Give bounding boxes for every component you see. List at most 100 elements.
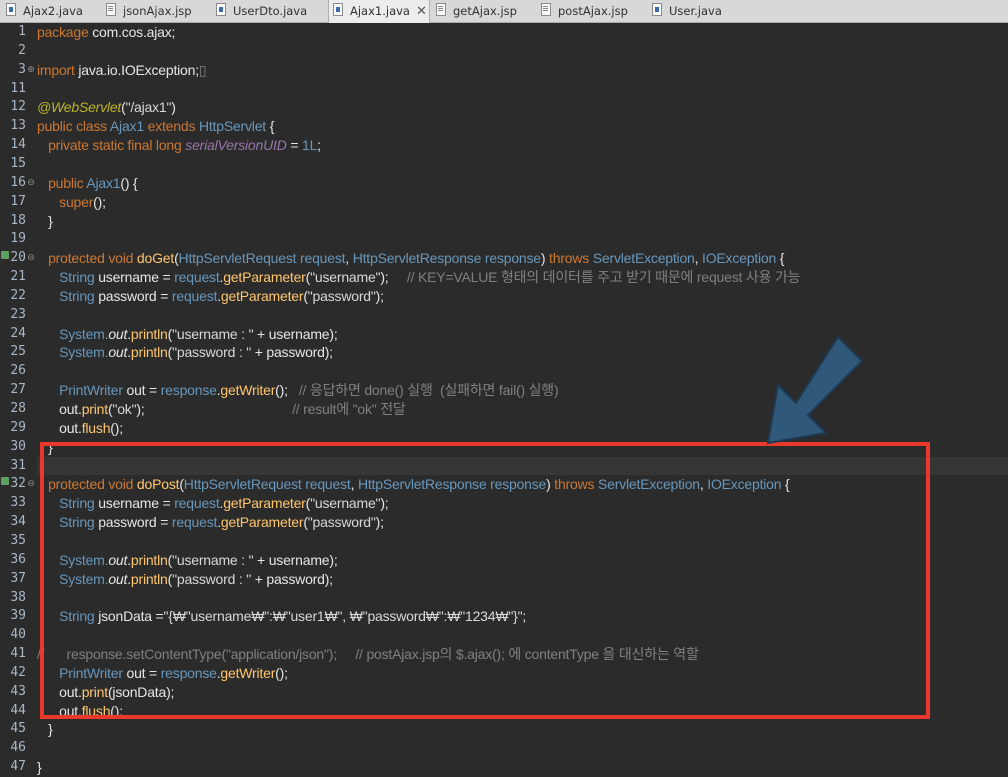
- tab-user-java[interactable]: User.java: [652, 0, 722, 23]
- code-token: request: [300, 250, 346, 267]
- code-token: System.: [59, 344, 109, 361]
- code-token: );: [136, 401, 293, 417]
- jsp-file-icon: [541, 3, 551, 16]
- code-line[interactable]: }: [37, 720, 53, 739]
- code-token: request: [171, 287, 218, 304]
- code-line[interactable]: System.out.println("password : " + passw…: [37, 343, 333, 362]
- code-token: =: [286, 137, 302, 154]
- code-token: ();: [275, 382, 299, 399]
- tab-getajax-jsp[interactable]: getAjax.jsp: [436, 0, 517, 23]
- code-token: out =: [126, 382, 161, 399]
- code-token: username =: [98, 269, 175, 286]
- fold-collapse-icon[interactable]: ⊖: [26, 475, 36, 494]
- annotation-highlight-box: [40, 442, 930, 719]
- line-number: 38: [10, 589, 26, 605]
- code-token: public class: [37, 118, 110, 135]
- code-token: super: [59, 193, 94, 210]
- line-number: 25: [10, 344, 26, 360]
- code-token: ();: [110, 419, 123, 436]
- code-token: }: [37, 212, 53, 229]
- code-token: ();: [93, 193, 106, 210]
- code-token: out.: [37, 401, 82, 417]
- code-token: com.cos.ajax;: [92, 24, 176, 40]
- code-line[interactable]: System.out.println("username : " + usern…: [37, 325, 338, 344]
- code-token: private static final long: [48, 137, 186, 154]
- tab-userdto-java[interactable]: UserDto.java: [216, 0, 307, 23]
- line-number: 45: [10, 721, 26, 737]
- line-number: 29: [10, 419, 26, 435]
- code-token: java.io.IOException;: [78, 61, 199, 78]
- tab-label: Ajax2.java: [23, 4, 83, 18]
- tab-ajax2-java[interactable]: Ajax2.java: [6, 0, 83, 23]
- code-token: Ajax1: [86, 174, 121, 191]
- tab-postajax-jsp[interactable]: postAjax.jsp: [541, 0, 628, 23]
- code-line[interactable]: @WebServlet("/ajax1"): [37, 98, 176, 117]
- code-token: protected void: [48, 250, 137, 267]
- line-number: 35: [10, 532, 26, 548]
- line-number: 17: [10, 193, 26, 209]
- java-file-icon: [216, 3, 226, 16]
- code-token: import: [37, 61, 79, 78]
- code-token: "/ajax1": [125, 99, 172, 116]
- code-token: 1L: [301, 137, 318, 154]
- code-line[interactable]: public class Ajax1 extends HttpServlet {: [37, 117, 274, 136]
- line-number: 42: [10, 664, 26, 680]
- code-line[interactable]: }: [37, 212, 53, 231]
- code-token: "username : ": [172, 325, 254, 342]
- tab-ajax1-java[interactable]: Ajax1.java ✕: [328, 0, 430, 23]
- override-marker-icon: [1, 477, 9, 486]
- code-line[interactable]: super();: [37, 193, 106, 212]
- code-token: // result에 "ok" 전달: [292, 401, 406, 417]
- code-token: package: [37, 24, 93, 40]
- code-line[interactable]: String password = request.getParameter("…: [37, 287, 384, 306]
- tab-label: jsonAjax.jsp: [123, 4, 192, 18]
- override-marker-icon: [1, 251, 9, 260]
- code-token: String: [59, 269, 99, 286]
- code-token: doGet: [136, 250, 175, 267]
- java-file-icon: [652, 3, 662, 16]
- tab-label: getAjax.jsp: [453, 4, 517, 18]
- code-token: getParameter: [220, 287, 304, 304]
- code-token: ,: [694, 250, 703, 267]
- line-number: 3: [18, 61, 26, 77]
- line-number: 39: [10, 608, 26, 624]
- code-line[interactable]: private static final long serialVersionU…: [37, 136, 321, 155]
- code-line[interactable]: out.flush();: [37, 419, 123, 438]
- line-number: 15: [10, 155, 26, 171]
- code-line[interactable]: import java.io.IOException;▯: [37, 61, 207, 80]
- code-token: getWriter: [220, 382, 276, 399]
- code-token: @WebServlet: [37, 99, 122, 116]
- line-number: 37: [10, 570, 26, 586]
- code-token: getParameter: [223, 269, 306, 286]
- fold-expand-icon[interactable]: ⊕: [26, 61, 36, 80]
- code-token: request: [174, 269, 220, 286]
- code-line[interactable]: protected void doGet(HttpServletRequest …: [37, 249, 784, 268]
- annotation-arrow: [766, 335, 864, 445]
- code-line[interactable]: public Ajax1() {: [37, 174, 138, 193]
- line-number: 19: [10, 231, 26, 247]
- fold-collapse-icon[interactable]: ⊖: [26, 249, 36, 268]
- code-token: ;: [317, 137, 321, 154]
- code-token: out: [108, 344, 128, 361]
- jsp-file-icon: [436, 3, 446, 16]
- tab-label: UserDto.java: [233, 4, 308, 18]
- jsp-file-icon: [106, 3, 116, 16]
- code-token: // KEY=VALUE 형태의 데이터를 주고 받기 때문에 request …: [406, 269, 801, 286]
- tab-jsonajax-jsp[interactable]: jsonAjax.jsp: [106, 0, 192, 23]
- code-line[interactable]: String username = request.getParameter("…: [37, 268, 800, 287]
- code-line[interactable]: out.print("ok"); // result에 "ok" 전달: [37, 400, 406, 419]
- code-token: out.: [37, 419, 82, 436]
- code-line[interactable]: PrintWriter out = response.getWriter(); …: [37, 381, 558, 400]
- code-token: ,: [345, 250, 353, 267]
- line-number: 14: [10, 137, 26, 153]
- tab-label: Ajax1.java: [350, 4, 410, 18]
- annotation-arrow-shape: [766, 335, 864, 445]
- close-tab-icon[interactable]: ✕: [416, 4, 427, 19]
- code-token: out: [108, 325, 128, 342]
- line-number: 21: [10, 269, 26, 285]
- fold-collapse-icon[interactable]: ⊖: [26, 174, 36, 193]
- code-token: {: [779, 250, 785, 267]
- code-line[interactable]: package com.cos.ajax;: [37, 23, 175, 42]
